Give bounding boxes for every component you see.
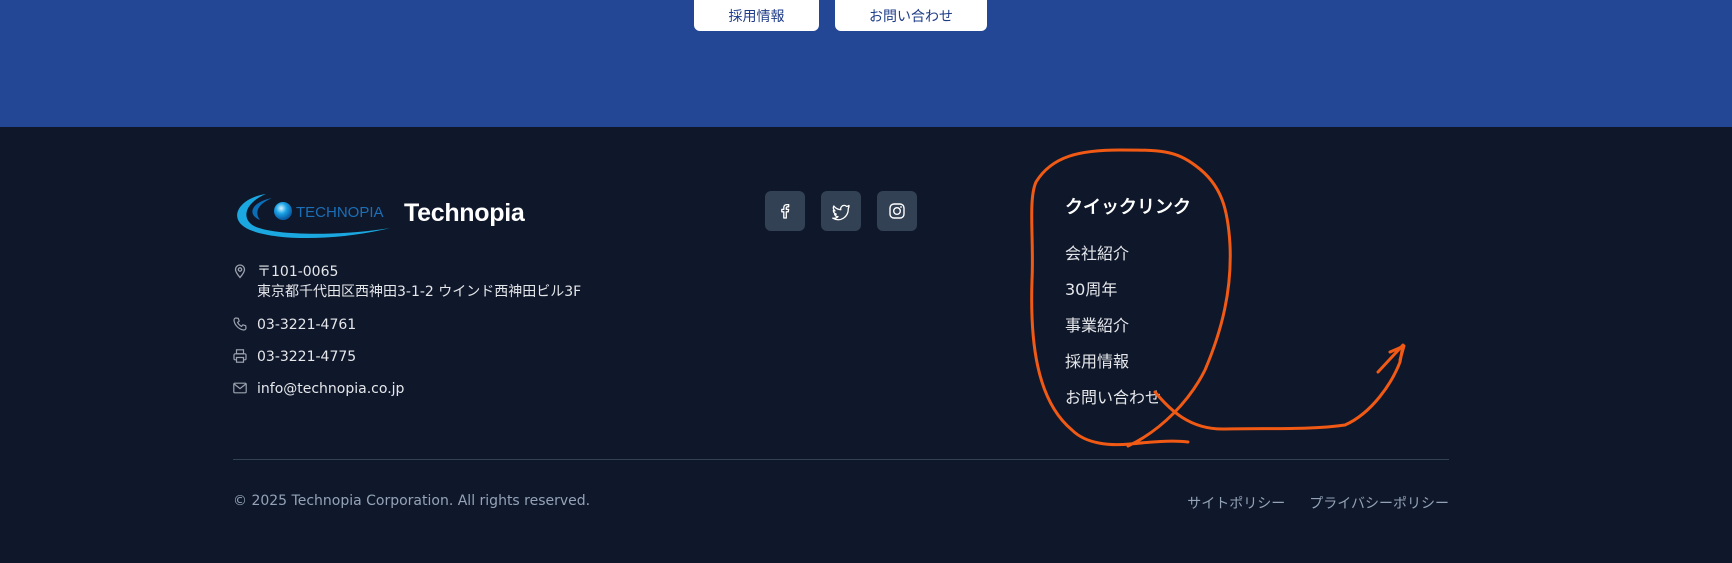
- technopia-logo[interactable]: TECHNOPIA: [232, 190, 392, 240]
- postal-code: 〒101-0065: [257, 264, 339, 280]
- copyright: © 2025 Technopia Corporation. All rights…: [233, 493, 591, 509]
- phone-icon: [233, 317, 247, 331]
- fax-number: 03-3221-4775: [257, 349, 357, 365]
- facebook-icon: [781, 203, 790, 219]
- fax-row: 03-3221-4775: [232, 347, 356, 367]
- quick-link-contact[interactable]: お問い合わせ: [1065, 387, 1161, 423]
- phone-row: 03-3221-4761: [232, 315, 356, 335]
- twitter-icon: [832, 204, 850, 221]
- legal-links: サイトポリシー プライバシーポリシー: [1187, 493, 1449, 513]
- quick-links-title: クイックリンク: [1065, 197, 1191, 218]
- quick-links-list: 会社紹介 30周年 事業紹介 採用情報 お問い合わせ: [1065, 243, 1161, 423]
- email-address[interactable]: info@technopia.co.jp: [257, 379, 404, 399]
- brand-name[interactable]: Technopia: [404, 199, 525, 228]
- privacy-policy-link[interactable]: プライバシーポリシー: [1309, 493, 1449, 513]
- quick-link-business[interactable]: 事業紹介: [1065, 315, 1161, 351]
- map-pin-icon: [234, 264, 246, 279]
- cta-band: 採用情報 お問い合わせ: [0, 0, 1732, 127]
- site-policy-link[interactable]: サイトポリシー: [1187, 493, 1285, 513]
- quick-link-company[interactable]: 会社紹介: [1065, 243, 1161, 279]
- careers-button[interactable]: 採用情報: [694, 0, 819, 31]
- footer-divider: [233, 459, 1449, 460]
- instagram-icon: [889, 203, 905, 219]
- facebook-button[interactable]: [765, 191, 805, 231]
- instagram-button[interactable]: [877, 191, 917, 231]
- address: 東京都千代田区西神田3-1-2 ウインド西神田ビル3F: [257, 284, 582, 300]
- twitter-button[interactable]: [821, 191, 861, 231]
- contact-button[interactable]: お問い合わせ: [835, 0, 987, 31]
- quick-link-30th-anniversary[interactable]: 30周年: [1065, 279, 1161, 315]
- quick-link-careers[interactable]: 採用情報: [1065, 351, 1161, 387]
- phone-number[interactable]: 03-3221-4761: [257, 315, 356, 335]
- email-row: info@technopia.co.jp: [232, 379, 404, 399]
- address-row: 〒101-0065 東京都千代田区西神田3-1-2 ウインド西神田ビル3F: [232, 262, 581, 302]
- printer-icon: [233, 349, 247, 363]
- logo-text: TECHNOPIA: [296, 204, 384, 221]
- mail-icon: [233, 382, 247, 394]
